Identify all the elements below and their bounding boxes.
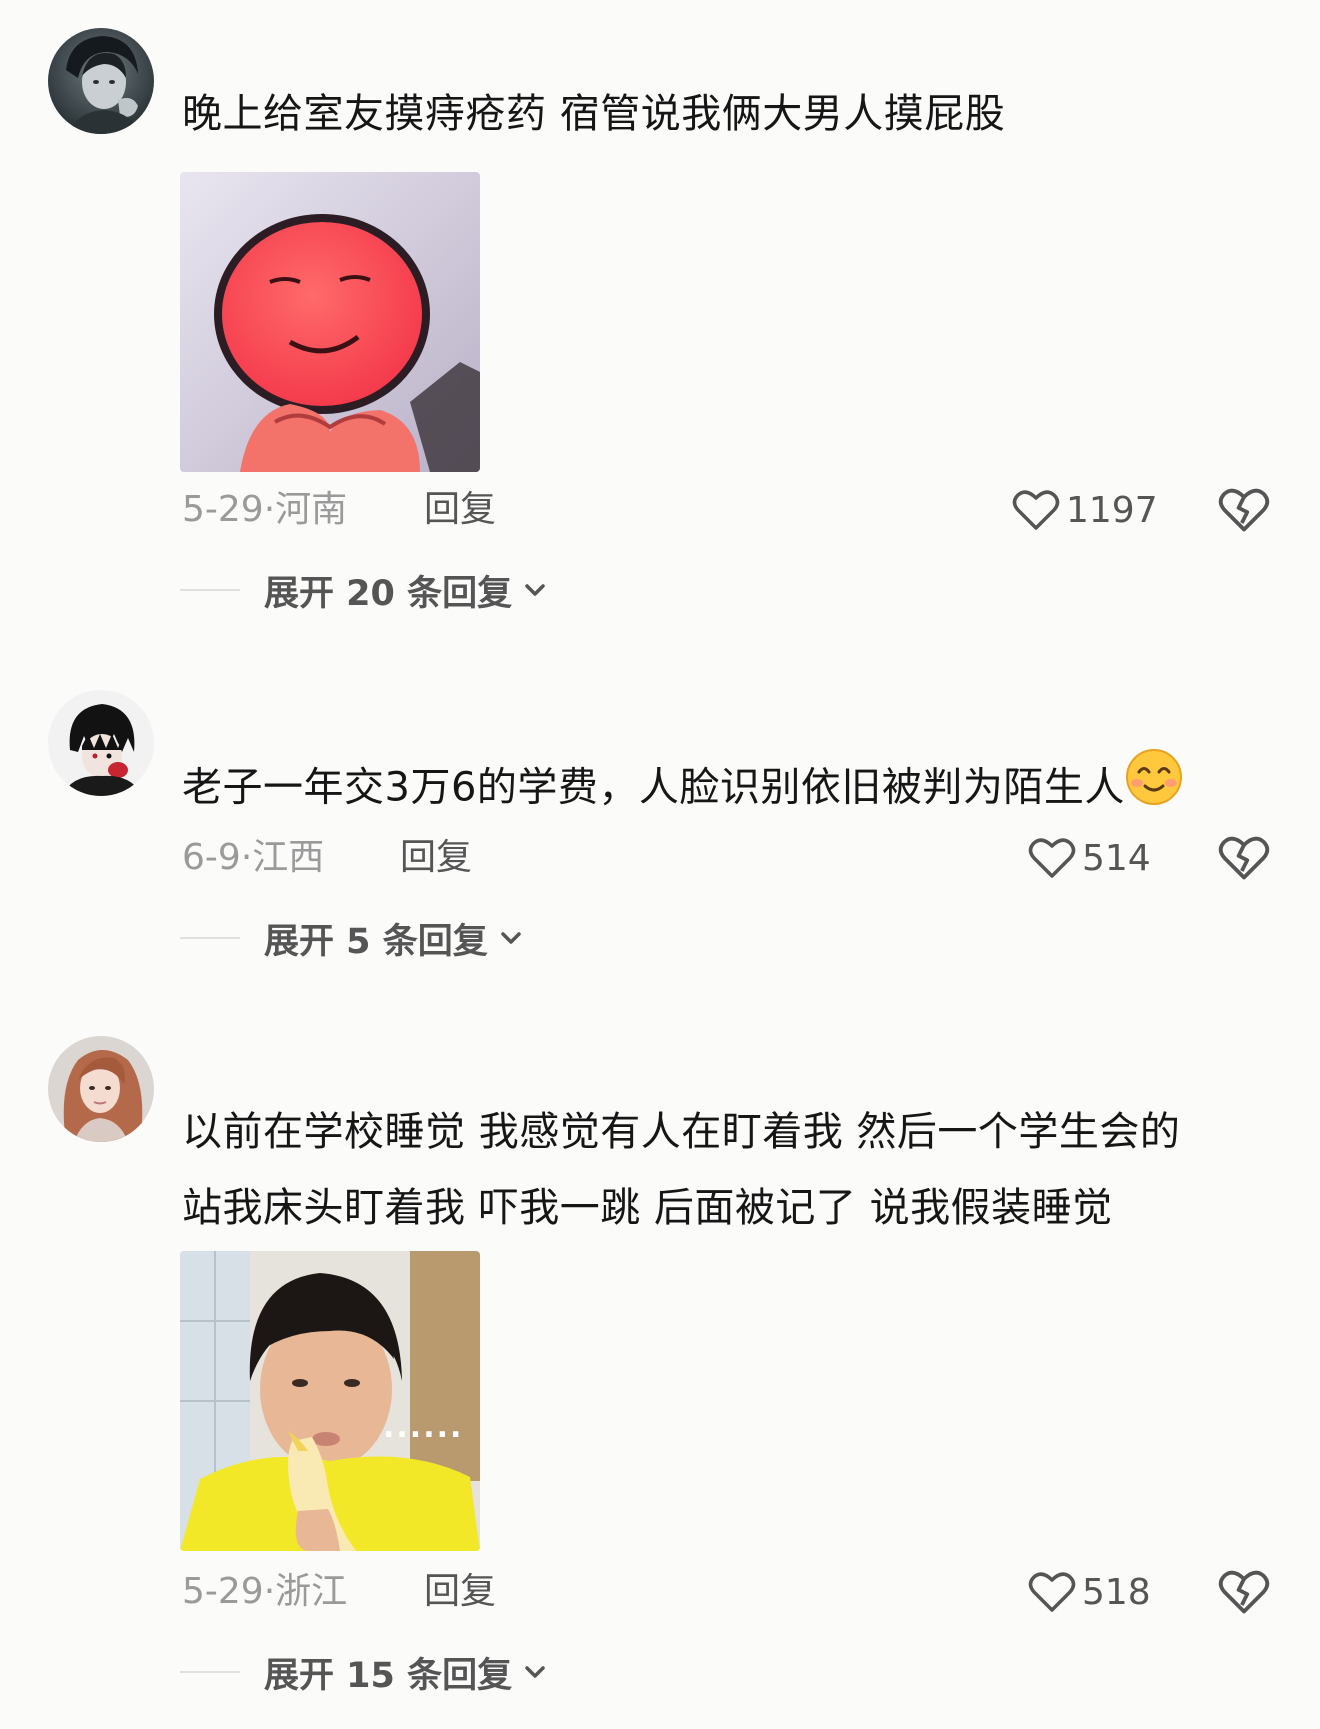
divider-line <box>180 937 240 939</box>
comment-date: 5-29 <box>182 1571 264 1612</box>
dislike-button[interactable] <box>1218 832 1270 884</box>
like-button[interactable]: 514 <box>1028 830 1151 886</box>
heart-outline-icon <box>1012 490 1060 530</box>
comment-text: 老子一年交3万6的学费，人脸识别依旧被判为陌生人 <box>182 748 1272 831</box>
expand-replies-label: 展开 15 条回复 <box>264 1655 513 1696</box>
comment-text: 以前在学校睡觉 我感觉有人在盯着我 然后一个学生会的 站我床头盯着我 吓我一跳 … <box>182 1094 1272 1246</box>
avatar[interactable] <box>48 28 154 134</box>
comment-meta: 5-29·浙江 <box>182 1564 347 1620</box>
broken-heart-icon <box>1218 488 1270 532</box>
comment-meta: 6-9·江西 <box>182 830 324 886</box>
comment-meta: 5-29·河南 <box>182 482 347 538</box>
chevron-down-icon <box>525 1666 545 1678</box>
reply-button[interactable]: 回复 <box>424 1564 496 1620</box>
chevron-down-icon <box>525 584 545 596</box>
expand-replies-button[interactable]: 展开 5 条回复 <box>180 910 524 966</box>
user-avatar-icon <box>48 28 154 134</box>
like-count: 1197 <box>1066 489 1158 531</box>
broken-heart-icon <box>1218 836 1270 880</box>
like-count: 518 <box>1082 1571 1151 1613</box>
avatar[interactable] <box>48 690 154 796</box>
comment-sticker-image[interactable]: ...... <box>180 1251 480 1551</box>
heart-outline-icon <box>1028 838 1076 878</box>
smiling-face-emoji-icon <box>1125 748 1183 831</box>
reply-button[interactable]: 回复 <box>400 830 472 886</box>
comment-location: 江西 <box>252 837 325 878</box>
comment-location: 浙江 <box>275 1571 348 1612</box>
sticker-caption: ...... <box>383 1410 463 1445</box>
heart-outline-icon <box>1028 1572 1076 1612</box>
like-count: 514 <box>1082 837 1151 879</box>
comment-text-line: 站我床头盯着我 吓我一跳 后面被记了 说我假装睡觉 <box>182 1185 1113 1231</box>
comment-sticker-image[interactable] <box>180 172 480 472</box>
meta-separator: · <box>240 837 253 878</box>
expand-replies-button[interactable]: 展开 15 条回复 <box>180 1644 548 1700</box>
comment-date: 5-29 <box>182 489 264 530</box>
comment-text-content: 老子一年交3万6的学费，人脸识别依旧被判为陌生人 <box>182 764 1125 811</box>
comment-location: 河南 <box>275 489 348 530</box>
user-avatar-icon <box>48 1036 154 1142</box>
red-smiling-face-sticker-icon <box>180 172 480 472</box>
dislike-button[interactable] <box>1218 484 1270 536</box>
reply-button[interactable]: 回复 <box>424 482 496 538</box>
like-button[interactable]: 1197 <box>1012 482 1158 538</box>
divider-line <box>180 1671 240 1673</box>
comment-date: 6-9 <box>182 837 241 878</box>
meta-separator: · <box>263 1571 276 1612</box>
expand-replies-label: 展开 5 条回复 <box>264 921 488 962</box>
like-button[interactable]: 518 <box>1028 1564 1151 1620</box>
meta-separator: · <box>263 489 276 530</box>
expand-replies-button[interactable]: 展开 20 条回复 <box>180 562 548 618</box>
expand-replies-label: 展开 20 条回复 <box>264 573 513 614</box>
broken-heart-icon <box>1218 1570 1270 1614</box>
divider-line <box>180 589 240 591</box>
comment-text: 晚上给室友摸痔疮药 宿管说我俩大男人摸屁股 <box>182 91 1006 137</box>
user-avatar-icon <box>48 690 154 796</box>
avatar[interactable] <box>48 1036 154 1142</box>
boy-eating-banana-sticker-icon: ...... <box>180 1251 480 1551</box>
chevron-down-icon <box>500 932 521 944</box>
comment-text-line: 以前在学校睡觉 我感觉有人在盯着我 然后一个学生会的 <box>182 1109 1181 1155</box>
dislike-button[interactable] <box>1218 1566 1270 1618</box>
